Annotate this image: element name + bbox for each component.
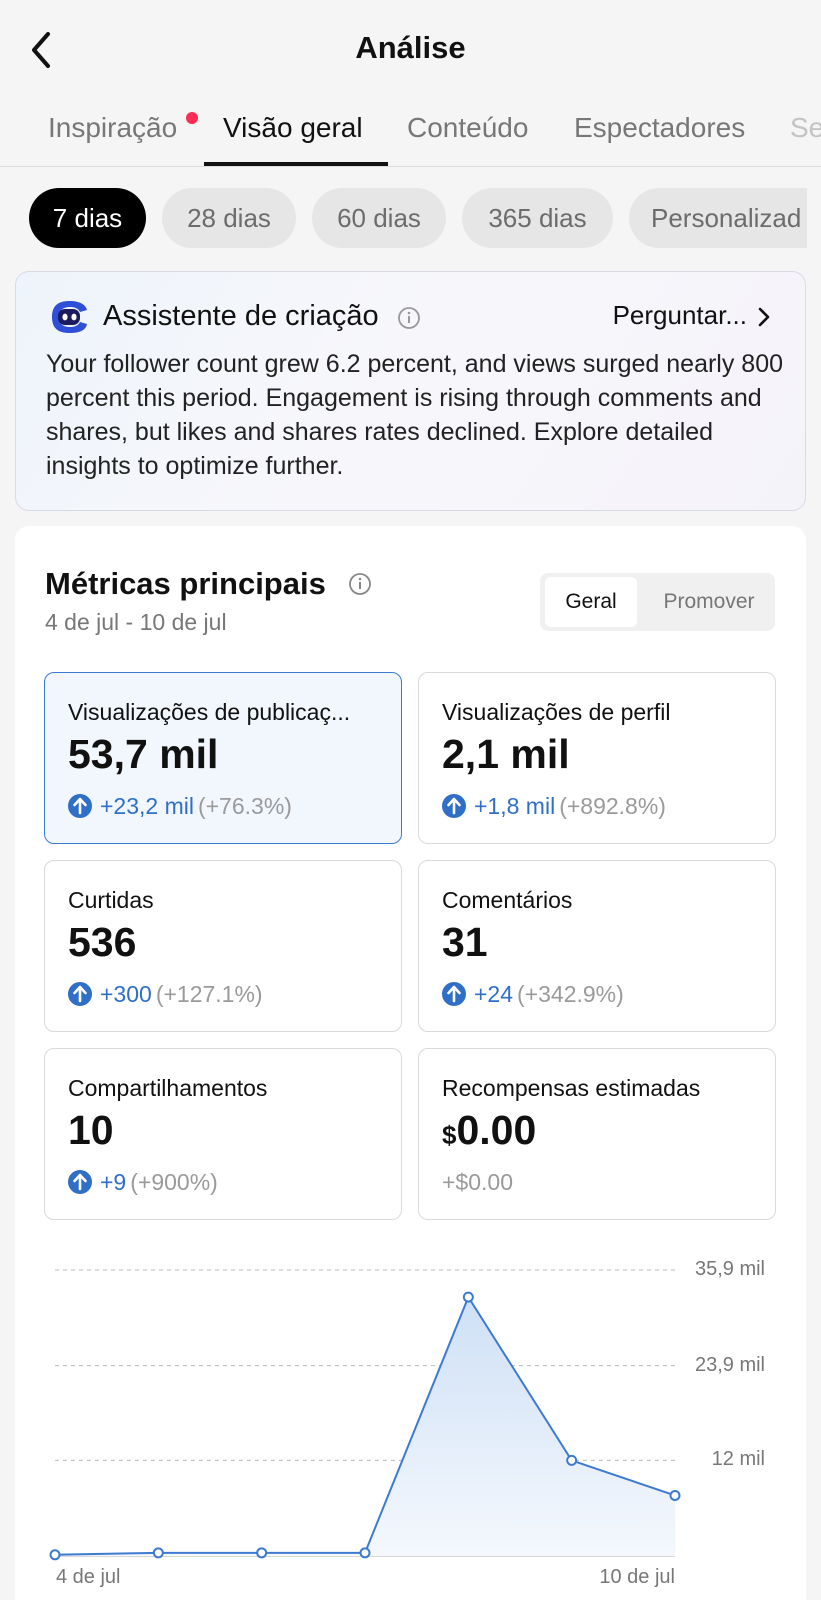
- tab-content[interactable]: Conteúdo: [407, 112, 528, 144]
- data-point: [256, 1547, 268, 1559]
- metric-change: +23,2 mil (+76.3%): [68, 793, 292, 820]
- metric-label: Compartilhamentos: [68, 1075, 268, 1101]
- ask-assistant-label: Perguntar...: [612, 300, 747, 330]
- metric-amount: 0.00: [456, 1107, 537, 1153]
- metrics-mode-toggle: Geral Promover: [540, 573, 775, 631]
- key-metrics-card: Métricas principais 4 de jul - 10 de jul…: [15, 526, 806, 1600]
- chart-plot: [49, 1269, 681, 1561]
- metric-delta: +24: [474, 981, 514, 1007]
- period-7-days[interactable]: 7 dias: [29, 188, 146, 248]
- metric-delta: +1,8 mil: [474, 793, 556, 819]
- y-tick-label: 12 mil: [711, 1448, 765, 1471]
- arrow-up-icon: [442, 982, 466, 1006]
- metric-value: 2,1 mil: [442, 731, 570, 777]
- data-point: [49, 1549, 61, 1561]
- assistant-bot-icon: [52, 301, 87, 333]
- metric-change: +300 (+127.1%): [68, 981, 263, 1008]
- metrics-date-range: 4 de jul - 10 de jul: [45, 609, 227, 635]
- data-point: [669, 1489, 681, 1501]
- metric-delta: +300: [100, 981, 152, 1007]
- arrow-up-icon: [442, 794, 466, 818]
- assistant-title: Assistente de criação: [103, 300, 379, 332]
- metric-label: Visualizações de perfil: [442, 699, 671, 725]
- currency-symbol: $: [442, 1120, 457, 1150]
- tab-viewers[interactable]: Espectadores: [574, 112, 745, 144]
- creation-assistant-card: Assistente de criação Perguntar... Your …: [15, 271, 806, 511]
- data-point: [359, 1547, 371, 1559]
- tab-inspiration[interactable]: Inspiração: [48, 112, 177, 144]
- header: Análise: [0, 0, 821, 100]
- metric-label: Recompensas estimadas: [442, 1075, 701, 1101]
- period-custom[interactable]: Personalizad: [629, 188, 807, 248]
- metric-percent: (+76.3%): [197, 793, 292, 819]
- data-point: [152, 1547, 164, 1559]
- period-60-days[interactable]: 60 dias: [312, 188, 446, 248]
- chevron-right-icon: [758, 307, 770, 327]
- x-tick-label: 10 de jul: [599, 1566, 675, 1588]
- metric-percent: (+342.9%): [517, 981, 624, 1007]
- toggle-general[interactable]: Geral: [545, 577, 637, 627]
- metric-tile-estimated-rewards[interactable]: Recompensas estimadas $0.00 +$0.00: [418, 1048, 776, 1220]
- metric-change: +9 (+900%): [68, 1169, 218, 1196]
- metric-delta: +9: [100, 1169, 127, 1195]
- metric-change: +1,8 mil (+892.8%): [442, 793, 666, 820]
- data-point: [566, 1454, 578, 1466]
- assistant-summary: Your follower count grew 6.2 percent, an…: [46, 350, 784, 480]
- post-views-chart: 12 mil 23,9 mil 35,9 mil 4 de jul 10 de jul: [15, 1226, 806, 1600]
- x-tick-label: 4 de jul: [56, 1566, 121, 1588]
- metric-tile-shares[interactable]: Compartilhamentos 10 +9 (+900%): [44, 1048, 402, 1220]
- tab-bar: Inspiração Visão geral Conteúdo Espectad…: [0, 100, 821, 167]
- y-tick-label: 23,9 mil: [694, 1353, 765, 1376]
- y-tick-label: 35,9 mil: [694, 1258, 765, 1280]
- metric-change: +24 (+342.9%): [442, 981, 624, 1008]
- metric-tile-profile-views[interactable]: Visualizações de perfil 2,1 mil +1,8 mil…: [418, 672, 776, 844]
- metric-label: Visualizações de publicaç...: [68, 699, 351, 725]
- metrics-info-icon[interactable]: [348, 572, 372, 596]
- period-365-days[interactable]: 365 dias: [462, 188, 613, 248]
- metric-change: +$0.00: [442, 1169, 513, 1196]
- arrow-up-icon: [68, 1170, 92, 1194]
- metric-tile-post-views[interactable]: Visualizações de publicaç... 53,7 mil +2…: [44, 672, 402, 844]
- metric-percent: (+900%): [130, 1169, 218, 1195]
- period-28-days[interactable]: 28 dias: [162, 188, 296, 248]
- metric-label: Comentários: [442, 887, 573, 913]
- metric-value: $0.00: [442, 1107, 536, 1154]
- data-point: [462, 1291, 474, 1303]
- info-icon[interactable]: [397, 306, 421, 330]
- period-selector: 7 dias 28 dias 60 dias 365 dias Personal…: [29, 188, 807, 250]
- metrics-title: Métricas principais: [45, 566, 326, 601]
- metric-delta: +$0.00: [442, 1169, 513, 1195]
- tab-overview[interactable]: Visão geral: [223, 112, 363, 144]
- arrow-up-icon: [68, 794, 92, 818]
- toggle-promote[interactable]: Promover: [645, 577, 773, 627]
- page-title: Análise: [355, 30, 466, 65]
- active-tab-indicator: [204, 162, 388, 166]
- metric-percent: (+127.1%): [155, 981, 263, 1007]
- metric-label: Curtidas: [68, 887, 154, 913]
- arrow-up-icon: [68, 982, 92, 1006]
- series-area: [55, 1297, 675, 1556]
- metric-tile-likes[interactable]: Curtidas 536 +300 (+127.1%): [44, 860, 402, 1032]
- metric-value: 10: [68, 1107, 114, 1153]
- ask-assistant-link[interactable]: Perguntar...: [613, 300, 771, 331]
- metric-tile-comments[interactable]: Comentários 31 +24 (+342.9%): [418, 860, 776, 1032]
- metric-value: 53,7 mil: [68, 731, 219, 777]
- tab-followers-partial[interactable]: Se: [790, 112, 821, 144]
- notification-dot: [186, 112, 198, 124]
- metric-percent: (+892.8%): [559, 793, 666, 819]
- metric-value: 536: [68, 919, 137, 965]
- metric-value: 31: [442, 919, 488, 965]
- metric-delta: +23,2 mil: [100, 793, 194, 819]
